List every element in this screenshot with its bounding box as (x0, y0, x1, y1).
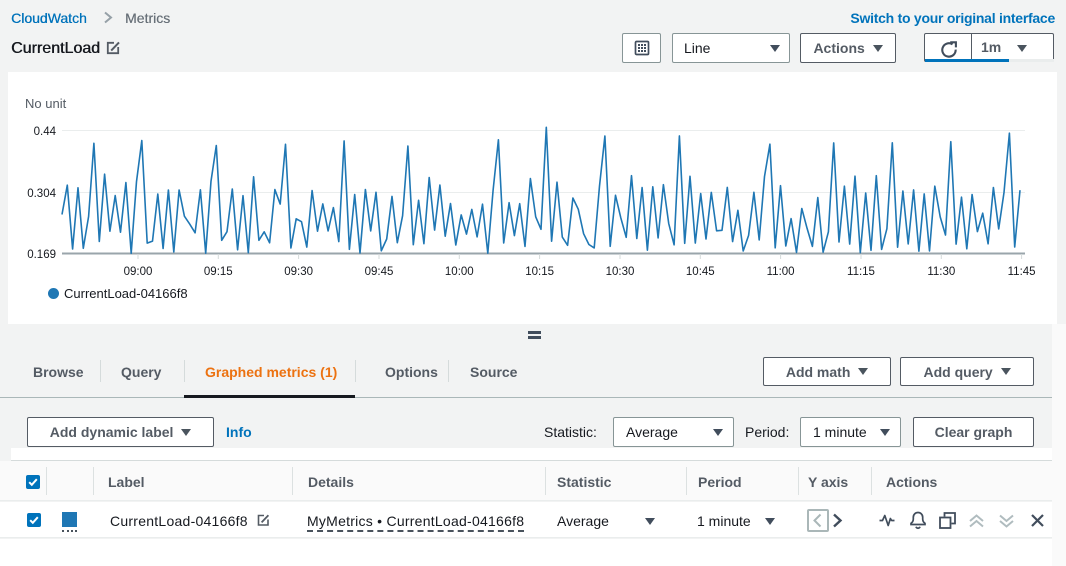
svg-text:11:45: 11:45 (1008, 266, 1036, 278)
svg-text:11:00: 11:00 (767, 266, 795, 278)
svg-text:0.44: 0.44 (34, 126, 57, 138)
svg-text:10:45: 10:45 (686, 266, 715, 278)
svg-text:10:00: 10:00 (445, 266, 474, 278)
svg-text:0.169: 0.169 (27, 249, 56, 261)
svg-text:No unit: No unit (25, 96, 67, 111)
svg-text:09:00: 09:00 (124, 266, 153, 278)
svg-text:11:30: 11:30 (927, 266, 955, 278)
svg-text:09:30: 09:30 (284, 266, 313, 278)
svg-text:10:30: 10:30 (606, 266, 635, 278)
svg-text:0.304: 0.304 (27, 188, 56, 200)
svg-text:09:45: 09:45 (365, 266, 394, 278)
svg-text:10:15: 10:15 (525, 266, 554, 278)
svg-text:09:15: 09:15 (204, 266, 233, 278)
svg-text:CurrentLoad-04166f8: CurrentLoad-04166f8 (64, 286, 188, 301)
svg-text:11:15: 11:15 (847, 266, 875, 278)
